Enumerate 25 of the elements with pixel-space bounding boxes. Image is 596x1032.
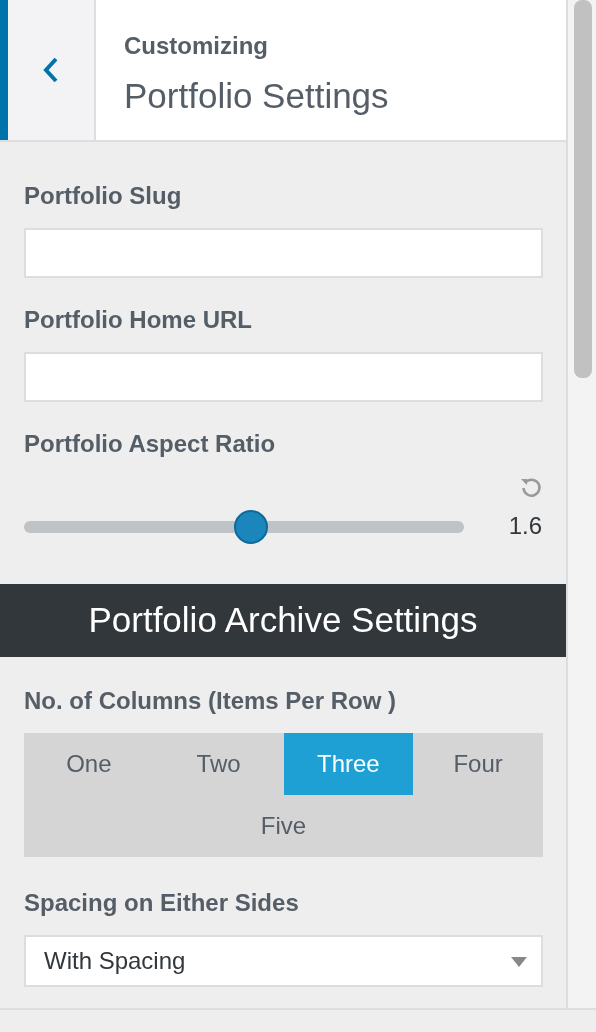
field-label: Portfolio Slug <box>24 181 183 211</box>
option-button[interactable]: Three <box>283 732 414 795</box>
select-field[interactable]: With Spacing <box>24 934 543 987</box>
back-button[interactable] <box>8 0 96 140</box>
text-input-field[interactable] <box>24 352 543 402</box>
dropdown-arrow-icon <box>511 957 527 968</box>
slider-value: 1.6 <box>508 511 542 541</box>
field-label: Portfolio Home URL <box>24 305 253 335</box>
panel-title: Portfolio Settings <box>124 75 389 117</box>
breadcrumb-text: Customizing <box>124 31 269 61</box>
field-label: Spacing on Either Sides <box>24 887 300 918</box>
select-value: With Spacing <box>44 945 186 976</box>
chevron-left-icon <box>43 57 59 83</box>
option-button[interactable]: Five <box>24 794 543 857</box>
text-input-field[interactable] <box>24 228 543 278</box>
option-button[interactable]: Two <box>153 732 284 795</box>
option-button[interactable]: One <box>24 732 154 795</box>
reset-icon[interactable] <box>520 476 542 498</box>
scrollbar-thumb[interactable] <box>574 0 592 378</box>
option-button[interactable]: Four <box>413 732 543 795</box>
slider-track[interactable] <box>24 510 464 544</box>
section-heading: Portfolio Archive Settings <box>0 584 566 657</box>
field-label: Portfolio Aspect Ratio <box>24 429 277 459</box>
field-label: No. of Columns (Items Per Row ) <box>24 685 398 716</box>
slider-thumb[interactable] <box>233 510 268 544</box>
